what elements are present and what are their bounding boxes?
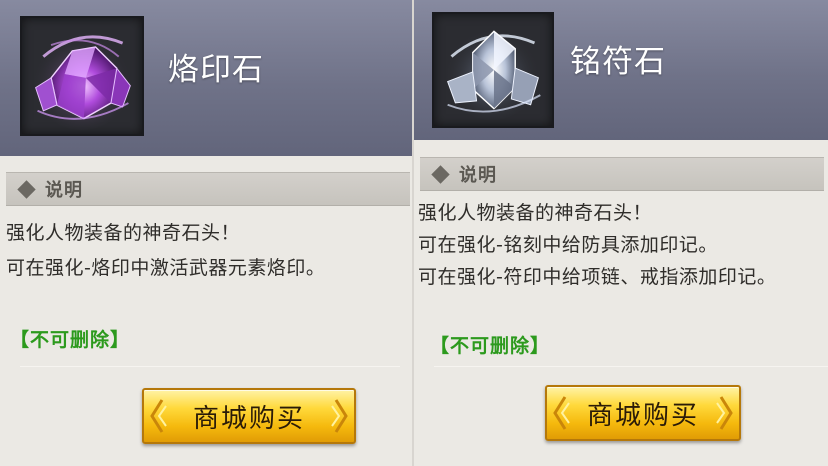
undeletable-tag: 【不可删除】 — [10, 329, 131, 351]
arrow-ornament-icon — [553, 396, 570, 430]
undeletable-tag: 【不可删除】 — [430, 335, 551, 357]
shop-buy-button[interactable]: 商城购买 — [545, 385, 741, 441]
purple-crystal-icon — [31, 29, 133, 131]
arrow-ornament-icon — [331, 399, 348, 433]
description-section-header: 说明 — [420, 157, 824, 191]
description-line: 可在强化-符印中给项链、戒指添加印记。 — [418, 266, 777, 288]
item-panel-branding-stone: 烙印石 说明 强化人物装备的神奇石头！ 可在强化-烙印中激活武器元素烙印。 【不… — [0, 0, 412, 466]
description-section-header: 说明 — [6, 172, 410, 206]
divider — [20, 366, 400, 367]
description-line: 可在强化-烙印中激活武器元素烙印。 — [6, 257, 326, 279]
section-title: 说明 — [45, 180, 83, 201]
item-icon-frame — [432, 12, 554, 128]
diamond-icon — [431, 164, 450, 184]
arrow-ornament-icon — [150, 399, 167, 433]
item-name: 烙印石 — [168, 52, 264, 88]
buy-button-label: 商城购买 — [192, 403, 305, 434]
silver-crystal-icon — [443, 23, 541, 121]
item-icon-frame — [20, 16, 144, 136]
description-line: 强化人物装备的神奇石头！ — [418, 202, 653, 224]
divider — [434, 366, 828, 367]
item-name: 铭符石 — [570, 44, 666, 80]
description-line: 可在强化-铭刻中给防具添加印记。 — [418, 234, 718, 256]
diamond-icon — [17, 179, 36, 199]
buy-button-label: 商城购买 — [586, 400, 699, 431]
item-panel-inscription-stone: 铭符石 说明 强化人物装备的神奇石头！ 可在强化-铭刻中给防具添加印记。 可在强… — [414, 0, 828, 466]
description-line: 强化人物装备的神奇石头！ — [6, 222, 241, 244]
arrow-ornament-icon — [716, 396, 733, 430]
shop-buy-button[interactable]: 商城购买 — [142, 388, 356, 444]
section-title: 说明 — [459, 165, 497, 186]
